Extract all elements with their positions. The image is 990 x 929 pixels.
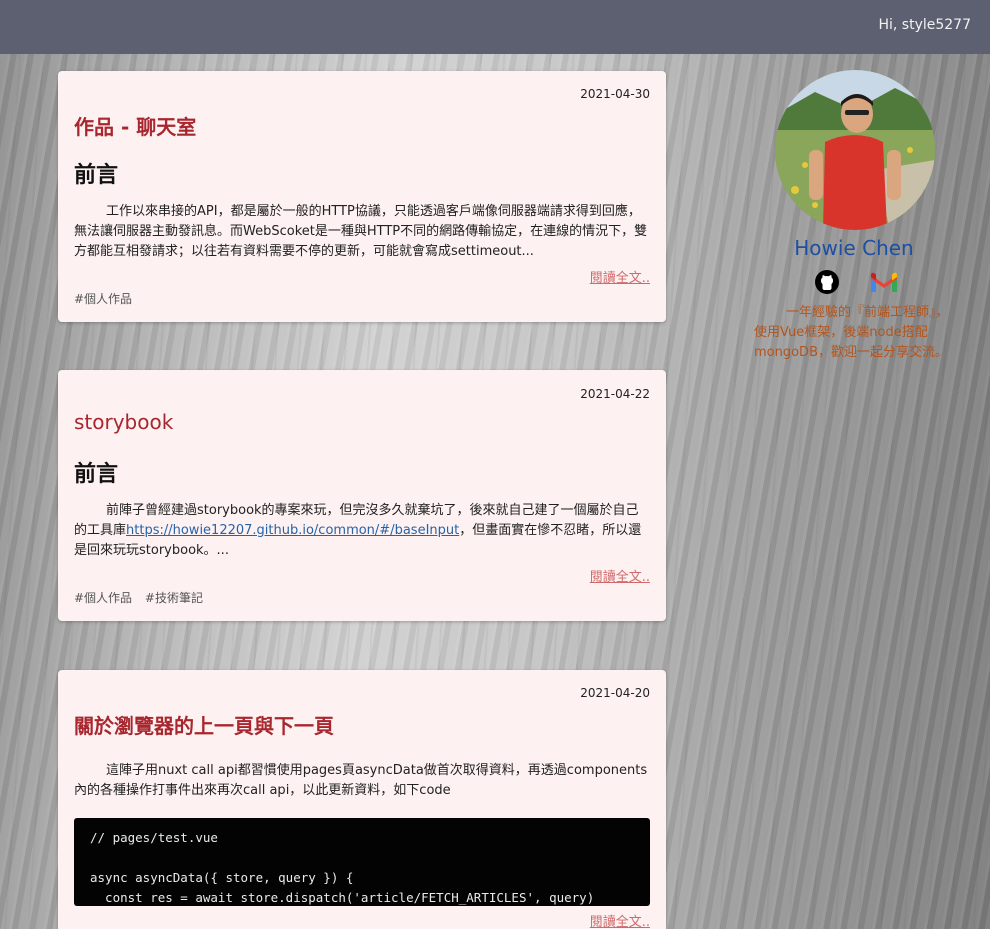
read-more-link[interactable]: 閱讀全文.. <box>590 566 650 585</box>
avatar <box>775 70 935 230</box>
post-card: 2021-04-30 作品 - 聊天室 前言 工作以來串接的API，都是屬於一般… <box>58 71 666 322</box>
tag-link[interactable]: #個人作品 <box>74 591 132 605</box>
post-date: 2021-04-22 <box>580 387 650 401</box>
post-card: 2021-04-22 storybook 前言 前陣子曾經建過storybook… <box>58 370 666 621</box>
post-title[interactable]: storybook <box>74 410 173 434</box>
tag-link[interactable]: #技術筆記 <box>145 591 203 605</box>
post-date: 2021-04-30 <box>580 87 650 101</box>
post-heading: 前言 <box>74 163 119 188</box>
code-line: async asyncData({ store, query }) { <box>90 870 354 885</box>
profile-name: Howie Chen <box>794 236 914 260</box>
tag-link[interactable]: #個人作品 <box>74 292 132 306</box>
post-date: 2021-04-20 <box>580 686 650 700</box>
code-line: // pages/test.vue <box>90 830 218 845</box>
profile-bio: 一年經驗的『前端工程師』，使用Vue框架，後端node搭配mongoDB，歡迎一… <box>754 305 949 360</box>
code-line: ​ <box>90 848 634 868</box>
code-line: const res = await store.dispatch('articl… <box>90 890 595 905</box>
gmail-icon[interactable] <box>871 270 897 294</box>
excerpt-link[interactable]: https://howie12207.github.io/common/#/ba… <box>126 523 459 538</box>
user-greeting[interactable]: Hi, style5277 <box>878 17 971 33</box>
code-block: // pages/test.vue ​ async asyncData({ stor… <box>74 818 650 906</box>
read-more-link[interactable]: 閱讀全文.. <box>590 911 650 929</box>
post-title[interactable]: 作品 - 聊天室 <box>74 111 196 140</box>
tag-list: #個人作品 <box>74 290 141 307</box>
post-excerpt: 這陣子用nuxt call api都習慣使用pages頁asyncData做首次… <box>74 763 648 798</box>
post-card: 2021-04-20 關於瀏覽器的上一頁與下一頁 這陣子用nuxt call a… <box>58 670 666 929</box>
post-heading: 前言 <box>74 462 119 487</box>
post-excerpt: 前陣子曾經建過storybook的專案來玩，但完沒多久就棄坑了，後來就自己建了一… <box>74 503 642 558</box>
post-excerpt: 工作以來串接的API，都是屬於一般的HTTP協議，只能透過客戶端像伺服器端請求得… <box>74 204 648 259</box>
github-icon[interactable] <box>815 270 839 294</box>
post-title[interactable]: 關於瀏覽器的上一頁與下一頁 <box>74 710 334 739</box>
read-more-link[interactable]: 閱讀全文.. <box>590 267 650 286</box>
top-nav-bar: Hi, style5277 <box>0 0 990 54</box>
tag-list: #個人作品 #技術筆記 <box>74 589 212 606</box>
